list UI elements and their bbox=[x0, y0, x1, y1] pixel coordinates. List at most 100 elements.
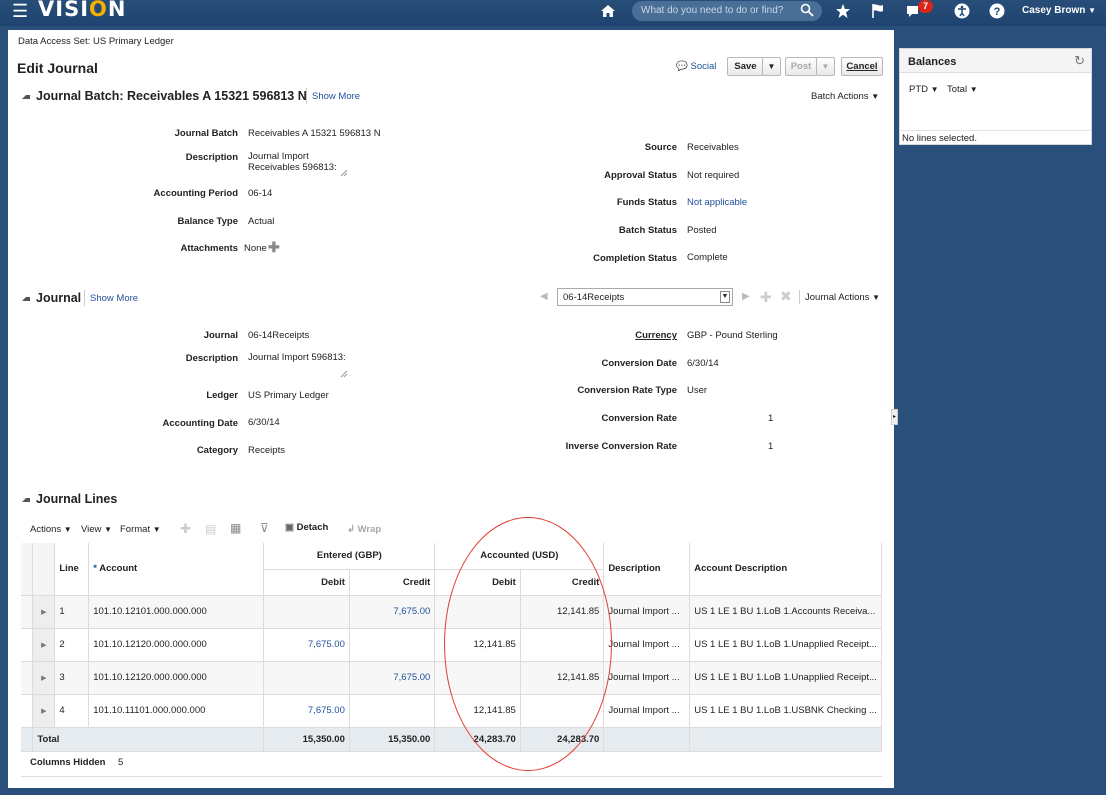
delete-journal-icon[interactable]: ✖ bbox=[780, 288, 792, 305]
journal-selector[interactable]: 06-14Receipts ▼ bbox=[557, 288, 733, 306]
line-number: 3 bbox=[54, 661, 90, 695]
batch-show-more-link[interactable]: Show More bbox=[312, 91, 360, 102]
global-search-input[interactable]: What do you need to do or find? bbox=[632, 1, 822, 21]
help-icon[interactable]: ? bbox=[989, 3, 1005, 19]
accounted-credit-column-header[interactable]: Credit bbox=[520, 569, 605, 596]
balances-title: Balances bbox=[908, 56, 957, 68]
previous-journal-icon[interactable]: ◀ bbox=[540, 291, 548, 302]
journal-actions-menu[interactable]: Journal Actions ▼ bbox=[805, 292, 880, 303]
accounted-column-group-header: Accounted (USD) bbox=[434, 543, 605, 570]
accessibility-icon[interactable] bbox=[954, 3, 970, 19]
account-description: US 1 LE 1 BU 1.LoB 1.Unapplied Receipt..… bbox=[689, 661, 882, 695]
delete-row-icon[interactable]: ▤ bbox=[205, 522, 216, 536]
actions-menu[interactable]: Actions ▼ bbox=[30, 524, 72, 535]
search-icon[interactable] bbox=[800, 3, 814, 17]
view-menu[interactable]: View ▼ bbox=[81, 524, 112, 535]
table-row[interactable]: ▶ 2 101.10.12120.000.000.000 7,675.00 12,141… bbox=[21, 628, 882, 662]
ledger-label: Ledger bbox=[206, 390, 238, 401]
ledger-value: US Primary Ledger bbox=[248, 390, 329, 401]
resize-grip-icon[interactable] bbox=[340, 370, 348, 378]
line-column-header[interactable]: Line bbox=[54, 543, 90, 596]
social-icon: 💬 bbox=[676, 61, 688, 72]
description-column-header[interactable]: Description bbox=[603, 543, 691, 596]
journal-value: 06-14Receipts bbox=[248, 330, 310, 341]
attachments-label: Attachments bbox=[180, 243, 238, 254]
line-number: 2 bbox=[54, 628, 90, 662]
currency-label[interactable]: Currency bbox=[540, 330, 677, 341]
detach-button[interactable]: ▣ Detach bbox=[285, 522, 328, 533]
save-button[interactable]: Save bbox=[727, 57, 764, 76]
accounted-debit-column-header[interactable]: Debit bbox=[434, 569, 521, 596]
resize-grip-icon[interactable] bbox=[340, 169, 348, 177]
next-journal-icon[interactable]: ▶ bbox=[742, 291, 750, 302]
batch-section-header[interactable]: Journal Batch: Receivables A 15321 59681… bbox=[22, 89, 307, 103]
table-row[interactable]: ▶ 4 101.10.11101.000.000.000 7,675.00 12,141… bbox=[21, 694, 882, 728]
row-selector[interactable] bbox=[21, 595, 34, 629]
accounted-debit: 12,141.85 bbox=[434, 628, 521, 662]
post-menu-button[interactable]: ▼ bbox=[816, 57, 835, 76]
table-row[interactable]: ▶ 1 101.10.12101.000.000.000 7,675.00 12,141… bbox=[21, 595, 882, 629]
navigator-menu-icon[interactable]: ☰ bbox=[12, 2, 28, 20]
batch-description-field[interactable]: Journal Import Receivables 596813: bbox=[248, 151, 337, 173]
wrap-button[interactable]: ↲ Wrap bbox=[347, 524, 381, 535]
balance-type-label: Balance Type bbox=[177, 216, 238, 227]
entered-credit: 7,675.00 bbox=[349, 661, 436, 695]
add-journal-icon[interactable]: ✚ bbox=[760, 289, 772, 306]
collapse-icon[interactable] bbox=[22, 94, 30, 99]
format-menu[interactable]: Format ▼ bbox=[120, 524, 161, 535]
accounted-debit bbox=[434, 661, 521, 695]
post-button[interactable]: Post bbox=[785, 57, 817, 76]
batch-actions-menu[interactable]: Batch Actions ▼ bbox=[811, 91, 879, 102]
expand-row-icon[interactable]: ▶ bbox=[32, 628, 56, 662]
expand-side-panel-handle[interactable]: ▸ bbox=[891, 409, 898, 425]
cancel-button[interactable]: Cancel bbox=[841, 57, 883, 76]
account-column-header[interactable]: * Account bbox=[88, 543, 265, 596]
account-description-column-header[interactable]: Account Description bbox=[689, 543, 882, 596]
funds-status-label: Funds Status bbox=[616, 197, 677, 208]
journal-show-more-link[interactable]: Show More bbox=[90, 293, 138, 304]
journal-description-label: Description bbox=[185, 353, 238, 364]
divider bbox=[306, 88, 307, 104]
user-menu[interactable]: Casey Brown ▼ bbox=[1022, 5, 1096, 16]
conversion-rate-type-label: Conversion Rate Type bbox=[577, 385, 677, 396]
journal-description-field[interactable]: Journal Import 596813: bbox=[248, 352, 346, 363]
line-description: Journal Import ... bbox=[603, 661, 691, 695]
expand-header bbox=[32, 543, 56, 596]
funds-status-link[interactable]: Not applicable bbox=[687, 197, 747, 208]
table-row[interactable]: ▶ 3 101.10.12120.000.000.000 7,675.00 12,141… bbox=[21, 661, 882, 695]
entered-credit-column-header[interactable]: Credit bbox=[349, 569, 436, 596]
conversion-rate-value: 1 bbox=[768, 413, 774, 424]
collapse-icon[interactable] bbox=[22, 497, 30, 502]
chevron-down-icon[interactable]: ▼ bbox=[720, 291, 730, 303]
row-selector[interactable] bbox=[21, 628, 34, 662]
account-value: 101.10.12120.000.000.000 bbox=[88, 661, 265, 695]
total-entered-debit: 15,350.00 bbox=[263, 727, 350, 752]
entered-debit-column-header[interactable]: Debit bbox=[263, 569, 350, 596]
ptd-dropdown[interactable]: PTD ▼ bbox=[909, 84, 939, 95]
watchlist-flag-icon[interactable] bbox=[870, 3, 886, 19]
add-attachment-icon[interactable]: ✚ bbox=[268, 239, 280, 256]
expand-row-icon[interactable]: ▶ bbox=[32, 595, 56, 629]
entered-debit: 7,675.00 bbox=[263, 628, 350, 662]
account-description: US 1 LE 1 BU 1.LoB 1.Unapplied Receipt..… bbox=[689, 628, 882, 662]
expand-row-icon[interactable]: ▶ bbox=[32, 661, 56, 695]
inverse-conversion-rate-value: 1 bbox=[768, 441, 774, 452]
refresh-icon[interactable]: ↻ bbox=[1074, 53, 1085, 69]
home-icon[interactable] bbox=[600, 3, 616, 19]
table-settings-icon[interactable]: ▦ bbox=[230, 521, 241, 535]
entered-credit bbox=[349, 628, 436, 662]
favorites-star-icon[interactable] bbox=[835, 3, 851, 19]
collapse-icon[interactable] bbox=[22, 296, 30, 301]
social-link[interactable]: 💬 Social bbox=[676, 61, 716, 72]
row-selector[interactable] bbox=[21, 694, 34, 728]
save-menu-button[interactable]: ▼ bbox=[762, 57, 781, 76]
filter-icon[interactable]: ⊽ bbox=[260, 521, 269, 535]
journal-lines-header[interactable]: Journal Lines bbox=[22, 492, 117, 506]
row-selector[interactable] bbox=[21, 661, 34, 695]
entered-credit: 7,675.00 bbox=[349, 595, 436, 629]
add-row-icon[interactable]: ✚ bbox=[180, 521, 191, 537]
expand-row-icon[interactable]: ▶ bbox=[32, 694, 56, 728]
journal-section-header[interactable]: Journal bbox=[22, 291, 81, 305]
total-dropdown[interactable]: Total ▼ bbox=[947, 84, 978, 95]
batch-description-label: Description bbox=[185, 152, 238, 163]
